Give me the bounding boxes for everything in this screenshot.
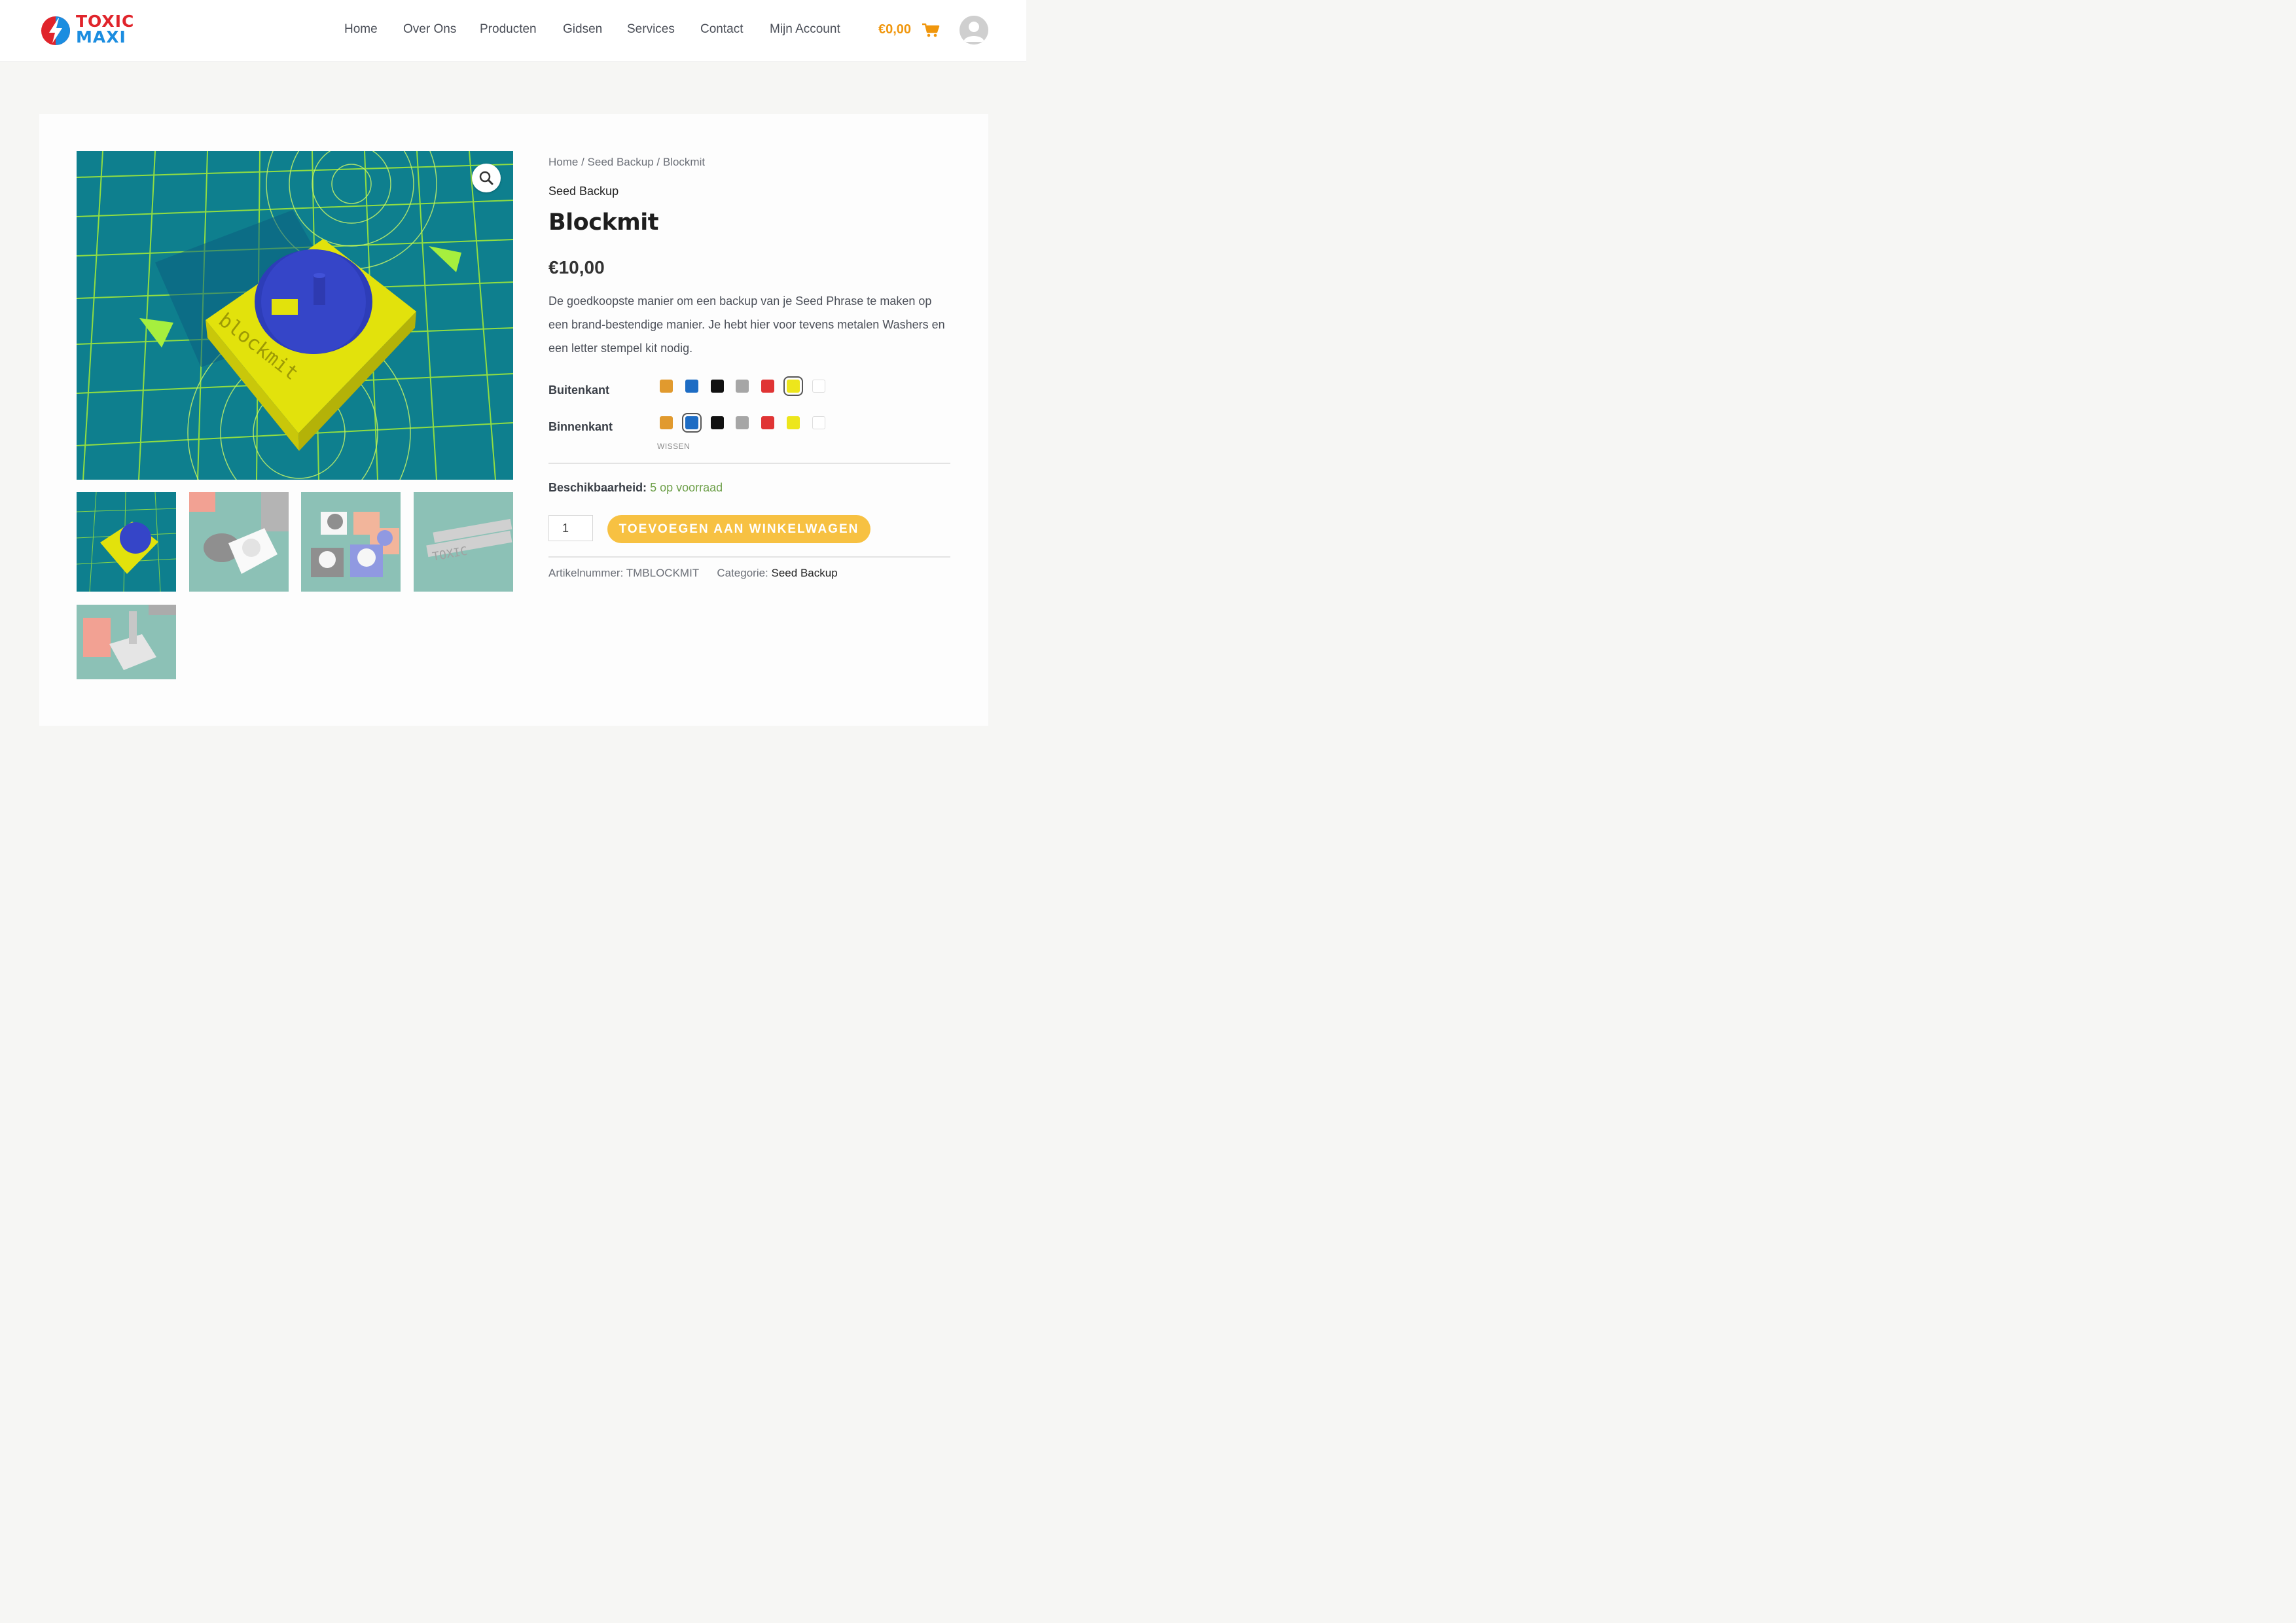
add-to-cart-button[interactable]: TOEVOEGEN AAN WINKELWAGEN	[607, 515, 870, 543]
site-logo[interactable]: TOXIC MAXI	[39, 13, 137, 48]
breadcrumb-home[interactable]: Home	[548, 156, 578, 168]
gallery-thumb-1[interactable]	[77, 492, 176, 592]
product-price: €10,00	[548, 257, 605, 277]
sku-value: TMBLOCKMIT	[626, 567, 699, 579]
category-link[interactable]: Seed Backup	[772, 567, 838, 579]
color-swatch[interactable]	[761, 380, 775, 393]
divider	[548, 556, 950, 558]
divider	[548, 463, 950, 464]
user-avatar-icon[interactable]	[960, 16, 988, 45]
color-swatch[interactable]	[812, 380, 825, 393]
product-description: De goedkoopste manier om een backup van …	[548, 294, 945, 355]
product-main-image[interactable]: blockmit	[77, 151, 513, 480]
clear-selection-link[interactable]: WISSEN	[657, 442, 690, 451]
nav-gidsen[interactable]: Gidsen	[563, 22, 602, 37]
logo-line2: MAXI	[76, 27, 126, 46]
nav-over-ons[interactable]: Over Ons	[403, 22, 456, 37]
color-swatch[interactable]	[812, 416, 825, 429]
color-swatch[interactable]	[736, 380, 749, 393]
thumb-stamp-text: TOXIC	[431, 544, 469, 564]
nav-services[interactable]: Services	[627, 22, 675, 37]
breadcrumb-separator: /	[653, 156, 663, 168]
breadcrumb-category[interactable]: Seed Backup	[588, 156, 654, 168]
breadcrumb-separator: /	[578, 156, 588, 168]
lightning-logo-icon	[41, 16, 70, 45]
availability: Beschikbaarheid: 5 op voorraad	[548, 481, 723, 495]
color-swatch[interactable]	[761, 416, 775, 429]
color-swatch[interactable]	[736, 416, 749, 429]
nav-producten[interactable]: Producten	[480, 22, 537, 37]
attribute-label-binnenkant: Binnenkant	[548, 420, 613, 433]
color-swatch[interactable]	[681, 413, 702, 433]
quantity-input[interactable]	[548, 515, 593, 541]
product-title: Blockmit	[548, 209, 658, 236]
color-swatch[interactable]	[787, 416, 800, 429]
attribute-label-buitenkant: Buitenkant	[548, 383, 610, 397]
nav-contact[interactable]: Contact	[700, 22, 743, 37]
color-swatch[interactable]	[660, 380, 673, 393]
gallery-thumb-2[interactable]	[189, 492, 289, 592]
zoom-button[interactable]	[472, 164, 501, 192]
cart-icon[interactable]	[922, 22, 940, 38]
gallery-thumb-4[interactable]: TOXIC	[414, 492, 513, 592]
nav-home[interactable]: Home	[344, 22, 378, 37]
breadcrumb: Home / Seed Backup / Blockmit	[548, 156, 705, 169]
breadcrumb-current: Blockmit	[662, 156, 706, 168]
color-swatch[interactable]	[710, 380, 724, 393]
color-swatch[interactable]	[783, 376, 803, 396]
category-label: Categorie:	[717, 567, 768, 579]
availability-label: Beschikbaarheid:	[548, 481, 647, 494]
availability-value: 5 op voorraad	[650, 481, 723, 494]
cart-total[interactable]: €0,00	[878, 22, 911, 37]
site-header: TOXIC MAXI Home Over Ons Producten Gidse…	[0, 0, 1026, 62]
product-category-link[interactable]: Seed Backup	[548, 185, 619, 198]
product-meta: Artikelnummer: TMBLOCKMIT Categorie: See…	[548, 567, 838, 580]
color-swatch[interactable]	[660, 416, 673, 429]
sku-label: Artikelnummer:	[548, 567, 624, 579]
gallery-thumb-3[interactable]	[301, 492, 401, 592]
color-swatch[interactable]	[710, 416, 724, 429]
magnifier-icon	[479, 171, 493, 185]
nav-mijn-account[interactable]: Mijn Account	[770, 22, 840, 37]
color-swatch[interactable]	[685, 380, 698, 393]
gallery-thumb-5[interactable]	[77, 605, 176, 679]
